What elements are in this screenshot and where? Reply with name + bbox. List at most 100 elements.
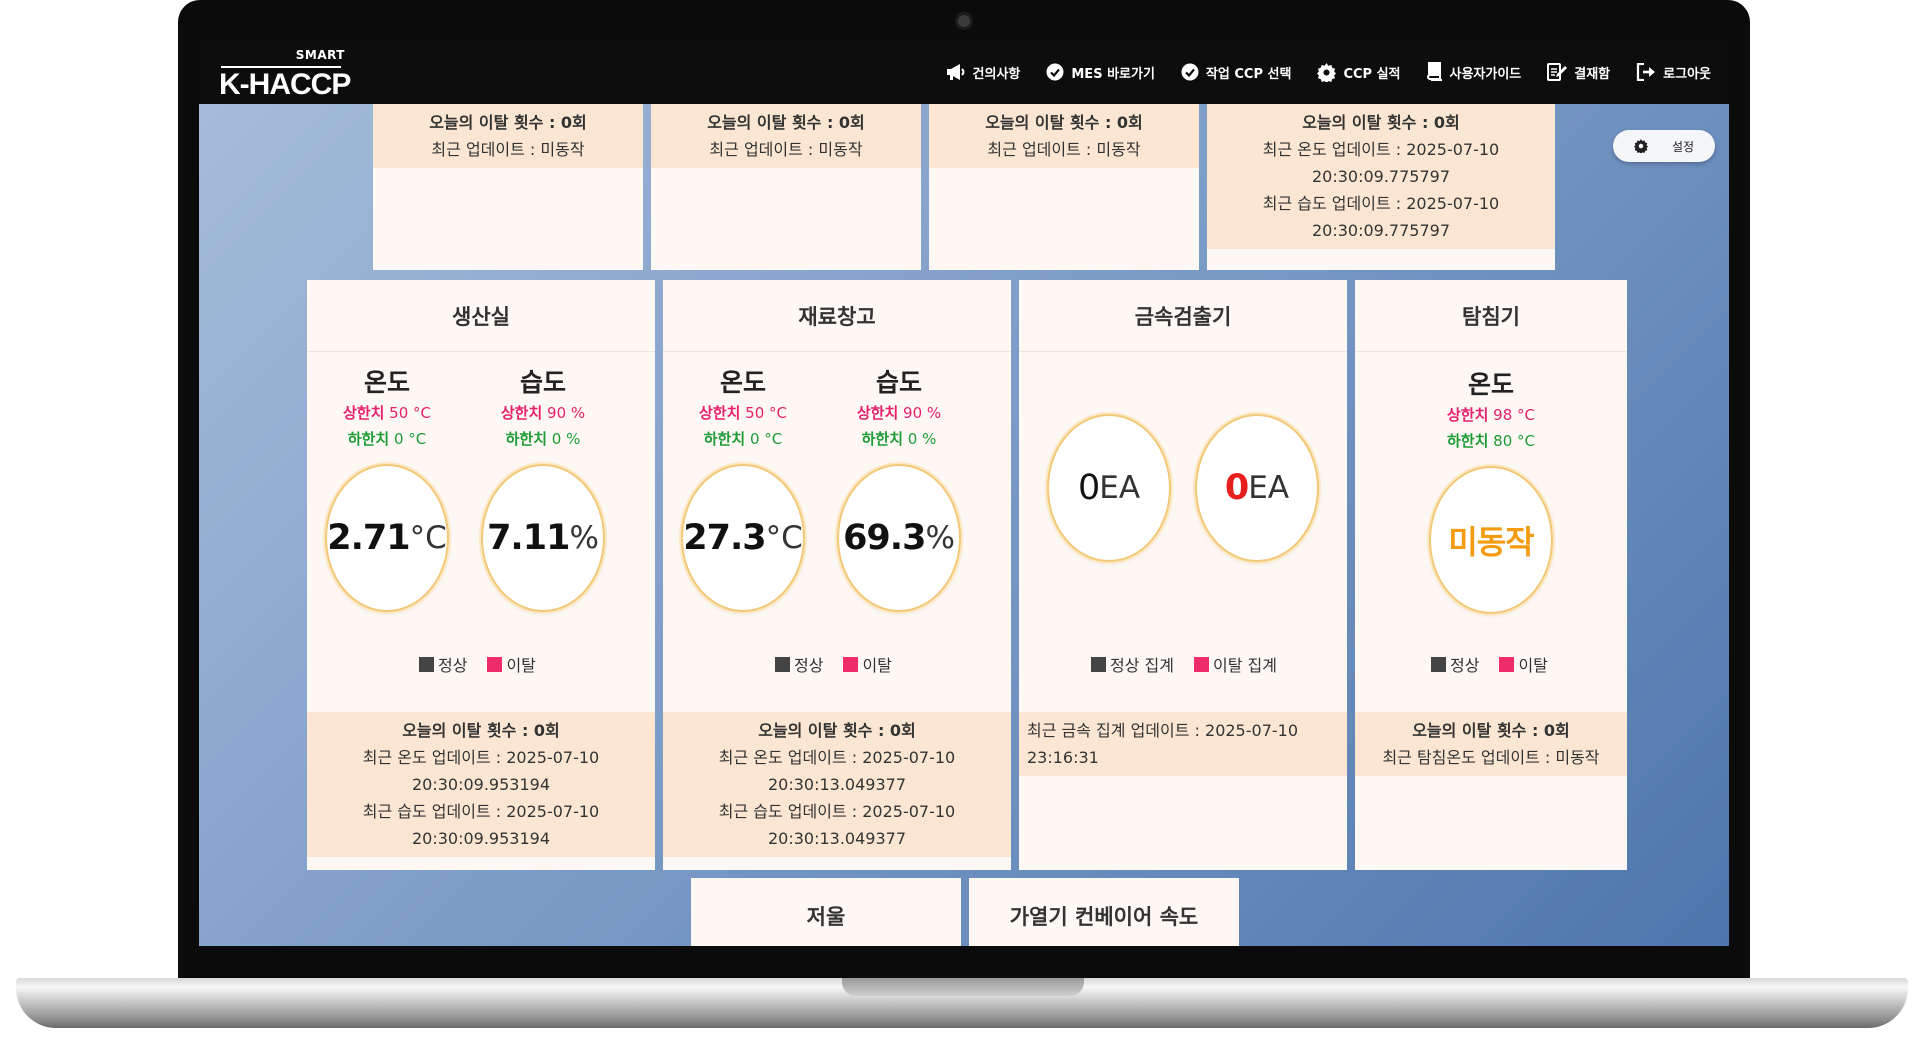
legend-deviation: 이탈 (843, 652, 892, 676)
lower-limit: 하한치 0 % (505, 430, 581, 448)
humid-column: 습도 상한치 90 % 하한치 0 % (473, 366, 613, 452)
logo-smart-text: SMART (295, 48, 345, 62)
card-footer: 최근 금속 집계 업데이트 : 2025-07-10 23:16:31 (1019, 712, 1347, 776)
card-metal-detector: 금속검출기 0 EA 0 EA 정상 집계 이탈 집계 최근 금속 집계 업데이트 … (1019, 280, 1347, 870)
legend: 정상 이탈 (775, 652, 892, 676)
nav-approvals-label: 결재함 (1574, 66, 1611, 82)
temp-column: 온도 상한치 98 °C 하한치 80 °C (1421, 368, 1561, 454)
lower-limit: 하한치 0 °C (703, 430, 783, 448)
deviation-count-text: 오늘의 이탈 횟수 : 0회 (707, 113, 865, 132)
temp-gauge: 2.71 °C (325, 464, 449, 612)
humid-value: 69.3 (843, 518, 926, 558)
humid-update-text: 최근 습도 업데이트 : 2025-07-10 20:30:09.775797 (1262, 194, 1500, 240)
temp-update-text: 최근 온도 업데이트 : 2025-07-10 20:30:09.953194 (362, 748, 600, 794)
logo[interactable]: SMART K-HACCP (219, 46, 359, 101)
temp-value: 2.71 (327, 518, 410, 558)
update-text: 최근 업데이트 : 미동작 (709, 140, 863, 159)
temp-column: 온도 상한치 50 °C 하한치 0 °C (317, 366, 457, 452)
card-title: 재료창고 (663, 280, 1011, 352)
nav-suggestions-label: 건의사항 (972, 66, 1021, 82)
probe-temp-gauge: 미동작 (1429, 466, 1553, 614)
check-circle-icon (1046, 63, 1064, 81)
temp-update-text: 최근 온도 업데이트 : 2025-07-10 20:30:09.775797 (1262, 140, 1500, 186)
legend-normal-total: 정상 집계 (1091, 652, 1174, 676)
card-probe: 탐침기 온도 상한치 98 °C 하한치 80 °C 미동작 정상 이탈 오늘의… (1355, 280, 1627, 870)
top-navbar: SMART K-HACCP 건의사항 MES 바로가기 작업 CCP 선택 CC… (199, 40, 1729, 104)
edit-document-icon (1547, 63, 1568, 81)
legend-deviation: 이탈 (487, 652, 536, 676)
deviation-count-text: 오늘의 이탈 횟수 : 0회 (758, 721, 916, 740)
nav-logout[interactable]: 로그아웃 (1636, 63, 1711, 82)
legend-normal: 정상 (1431, 652, 1479, 676)
update-text: 최근 업데이트 : 미동작 (987, 140, 1141, 159)
nav-ccp-results[interactable]: CCP 실적 (1317, 62, 1401, 82)
nav-ccp-select-label: 작업 CCP 선택 (1205, 66, 1292, 82)
normal-count-value: 0 (1077, 468, 1100, 508)
top-card-3: 오늘의 이탈 횟수 : 0회 최근 업데이트 : 미동작 (929, 104, 1199, 270)
card-footer: 오늘의 이탈 횟수 : 0회 최근 온도 업데이트 : 2025-07-10 2… (307, 712, 655, 857)
humid-update-text: 최근 습도 업데이트 : 2025-07-10 20:30:13.049377 (718, 802, 956, 848)
card-title: 가열기 컨베이어 속도 (969, 878, 1239, 946)
gear-icon (1633, 139, 1648, 153)
top-card-4: 오늘의 이탈 횟수 : 0회 최근 온도 업데이트 : 2025-07-10 2… (1207, 104, 1555, 270)
legend-normal: 정상 (775, 652, 823, 676)
legend: 정상 이탈 (419, 652, 536, 676)
legend-deviation: 이탈 (1499, 652, 1548, 676)
upper-limit: 상한치 90 % (856, 404, 942, 422)
temp-label: 온도 (1467, 370, 1514, 399)
upper-limit: 상한치 98 °C (1446, 406, 1536, 424)
lower-limit: 하한치 0 % (861, 430, 937, 448)
temp-update-text: 최근 온도 업데이트 : 2025-07-10 20:30:13.049377 (718, 748, 956, 794)
book-icon (1426, 62, 1442, 81)
card-footer: 오늘의 이탈 횟수 : 0회 최근 탐침온도 업데이트 : 미동작 (1355, 712, 1627, 776)
logout-icon (1637, 63, 1656, 81)
nav-user-guide[interactable]: 사용자가이드 (1426, 62, 1522, 82)
nav-approvals[interactable]: 결재함 (1547, 62, 1610, 82)
upper-limit: 상한치 50 °C (342, 404, 432, 422)
humid-value: 7.11 (487, 518, 570, 558)
card-title: 생산실 (307, 280, 655, 352)
settings-button[interactable]: 설정 (1613, 130, 1715, 162)
logo-main-text: K-HACCP (219, 68, 351, 101)
nav-ccp-results-label: CCP 실적 (1343, 66, 1401, 82)
card-production-room: 생산실 온도 상한치 50 °C 하한치 0 °C 2.71 °C 습도 상한치 … (307, 280, 655, 870)
top-card-1-footer: 오늘의 이탈 횟수 : 0회 최근 업데이트 : 미동작 (373, 104, 643, 168)
legend-normal: 정상 (419, 652, 467, 676)
top-card-2-footer: 오늘의 이탈 횟수 : 0회 최근 업데이트 : 미동작 (651, 104, 921, 168)
card-material-storage: 재료창고 온도 상한치 50 °C 하한치 0 °C 27.3 °C 습도 상한치… (663, 280, 1011, 870)
deviation-count-text: 오늘의 이탈 횟수 : 0회 (429, 113, 587, 132)
nav-user-guide-label: 사용자가이드 (1449, 66, 1522, 82)
nav-logout-label: 로그아웃 (1663, 66, 1711, 82)
camera-icon (955, 12, 973, 30)
humid-unit: % (925, 520, 955, 556)
deviation-count-text: 오늘의 이탈 횟수 : 0회 (1412, 721, 1570, 740)
deviation-count-unit: EA (1248, 470, 1290, 506)
temp-gauge: 27.3 °C (681, 464, 805, 612)
temp-label: 온도 (719, 368, 766, 397)
humid-label: 습도 (519, 368, 566, 397)
temp-column: 온도 상한치 50 °C 하한치 0 °C (673, 366, 813, 452)
humid-gauge: 69.3% (837, 464, 961, 612)
gear-icon (1317, 62, 1337, 82)
temp-unit: °C (765, 520, 803, 556)
nav-mes-shortcut[interactable]: MES 바로가기 (1046, 63, 1155, 82)
settings-label: 설정 (1671, 139, 1695, 154)
nav-suggestions[interactable]: 건의사항 (946, 63, 1021, 82)
deviation-count-value: 0 (1224, 468, 1249, 508)
top-card-1: 오늘의 이탈 횟수 : 0회 최근 업데이트 : 미동작 (373, 104, 643, 270)
humid-column: 습도 상한치 90 % 하한치 0 % (829, 366, 969, 452)
humid-label: 습도 (875, 368, 922, 397)
nav-ccp-select[interactable]: 작업 CCP 선택 (1181, 63, 1292, 82)
megaphone-icon (946, 64, 965, 80)
upper-limit: 상한치 50 °C (698, 404, 788, 422)
probe-update-text: 최근 탐침온도 업데이트 : 미동작 (1382, 748, 1600, 767)
legend: 정상 이탈 (1431, 652, 1548, 676)
humid-update-text: 최근 습도 업데이트 : 2025-07-10 20:30:09.953194 (362, 802, 600, 848)
temp-label: 온도 (363, 368, 410, 397)
update-text: 최근 업데이트 : 미동작 (431, 140, 585, 159)
deviation-count-text: 오늘의 이탈 횟수 : 0회 (402, 721, 560, 740)
card-title: 탐침기 (1355, 280, 1627, 352)
deviation-count-gauge: 0 EA (1195, 414, 1319, 562)
app-screen: SMART K-HACCP 건의사항 MES 바로가기 작업 CCP 선택 CC… (199, 40, 1729, 946)
normal-count-unit: EA (1099, 470, 1141, 506)
